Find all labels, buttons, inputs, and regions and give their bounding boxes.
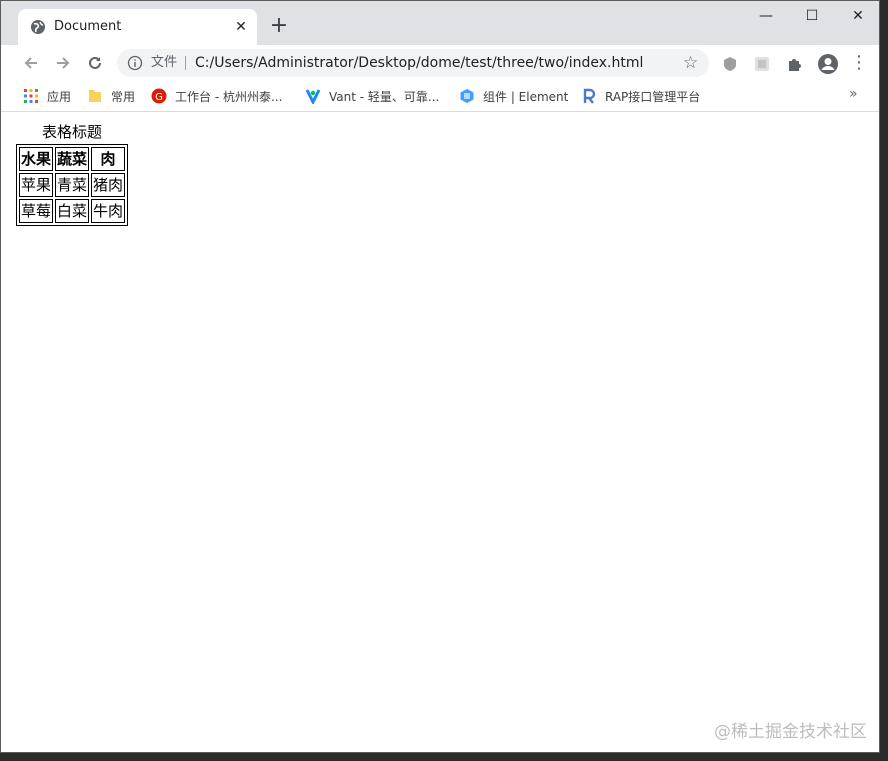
element-logo-icon [460, 89, 474, 103]
table-row: 草莓 白菜 牛肉 [19, 199, 126, 223]
reload-button[interactable] [83, 51, 107, 75]
browser-window: Document ✕ + — ☐ ✕ 文件 C:/Users/Administr… [0, 0, 880, 753]
bookmark-workbench[interactable]: G 工作台 - 杭州州泰... [151, 85, 282, 107]
tab-title: Document [54, 19, 122, 34]
bookmark-label: 应用 [47, 89, 72, 104]
bookmark-folder-common[interactable]: 常用 [87, 85, 135, 107]
back-button[interactable] [19, 51, 43, 75]
table-row: 苹果 青菜 猪肉 [19, 173, 126, 197]
address-bar[interactable]: 文件 C:/Users/Administrator/Desktop/dome/t… [117, 49, 709, 77]
table-header-cell: 肉 [91, 147, 126, 171]
table-cell: 牛肉 [91, 199, 126, 223]
globe-icon [31, 20, 45, 34]
vant-logo-icon [305, 89, 321, 104]
table-cell: 青菜 [55, 173, 90, 197]
table-cell: 猪肉 [91, 173, 126, 197]
bookmark-label: Vant - 轻量、可靠... [329, 89, 440, 104]
bookmark-apps[interactable]: 应用 [23, 85, 71, 107]
bookmark-label: 工作台 - 杭州州泰... [175, 89, 283, 104]
bookmarks-bar: 应用 常用 G 工作台 - 杭州州泰... Vant - 轻量、可靠... 组件… [1, 81, 879, 112]
toolbar: 文件 C:/Users/Administrator/Desktop/dome/t… [1, 45, 879, 81]
info-icon[interactable] [127, 55, 143, 71]
reload-icon [89, 56, 101, 69]
table-header-row: 水果 蔬菜 肉 [19, 147, 126, 171]
folder-icon [89, 90, 101, 102]
extension-shield-icon[interactable] [721, 55, 739, 73]
close-window-button[interactable]: ✕ [843, 7, 873, 25]
tab-strip: Document ✕ + — ☐ ✕ [1, 1, 879, 45]
new-tab-button[interactable]: + [269, 15, 289, 37]
menu-kebab-icon[interactable]: ⋮ [847, 51, 871, 75]
url-text[interactable]: C:/Users/Administrator/Desktop/dome/test… [195, 54, 643, 72]
apps-grid-icon [24, 89, 38, 103]
tab-close-icon[interactable]: ✕ [233, 19, 249, 35]
svg-text:G: G [155, 92, 163, 103]
table-cell: 白菜 [55, 199, 90, 223]
bookmarks-overflow-icon[interactable]: » [849, 86, 858, 102]
bookmark-label: 组件 | Element [483, 89, 569, 104]
table-caption: 表格标题 [42, 123, 103, 141]
table-cell: 苹果 [19, 173, 54, 197]
bookmark-label: RAP接口管理平台 [605, 89, 701, 104]
rap-logo-icon [583, 88, 596, 104]
forward-button[interactable] [51, 51, 75, 75]
red-logo-icon: G [151, 88, 167, 104]
table-cell: 草莓 [19, 199, 54, 223]
divider [185, 56, 186, 70]
tab-document[interactable]: Document ✕ [18, 9, 257, 45]
watermark: @稀土掘金技术社区 [714, 722, 867, 742]
minimize-button[interactable]: — [751, 7, 781, 25]
bookmark-element[interactable]: 组件 | Element [459, 85, 568, 107]
bookmark-vant[interactable]: Vant - 轻量、可靠... [305, 85, 439, 107]
scheme-label: 文件 [151, 55, 178, 70]
extension-grey-icon[interactable] [753, 55, 771, 73]
page-content: 表格标题 水果 蔬菜 肉 苹果 青菜 猪肉 草莓 白菜 牛肉 @稀土掘金技术社区 [1, 113, 879, 752]
data-table: 表格标题 水果 蔬菜 肉 苹果 青菜 猪肉 草莓 白菜 牛肉 [16, 121, 129, 226]
bookmark-rap[interactable]: RAP接口管理平台 [581, 85, 700, 107]
arrow-left-icon [24, 57, 37, 69]
maximize-button[interactable]: ☐ [797, 7, 827, 25]
bookmark-star-icon[interactable]: ☆ [683, 53, 698, 73]
arrow-right-icon [57, 57, 70, 69]
profile-avatar-icon[interactable] [817, 53, 839, 75]
table-header-cell: 蔬菜 [55, 147, 90, 171]
puzzle-icon[interactable] [786, 55, 804, 73]
table-header-cell: 水果 [19, 147, 54, 171]
bookmark-label: 常用 [111, 89, 136, 104]
